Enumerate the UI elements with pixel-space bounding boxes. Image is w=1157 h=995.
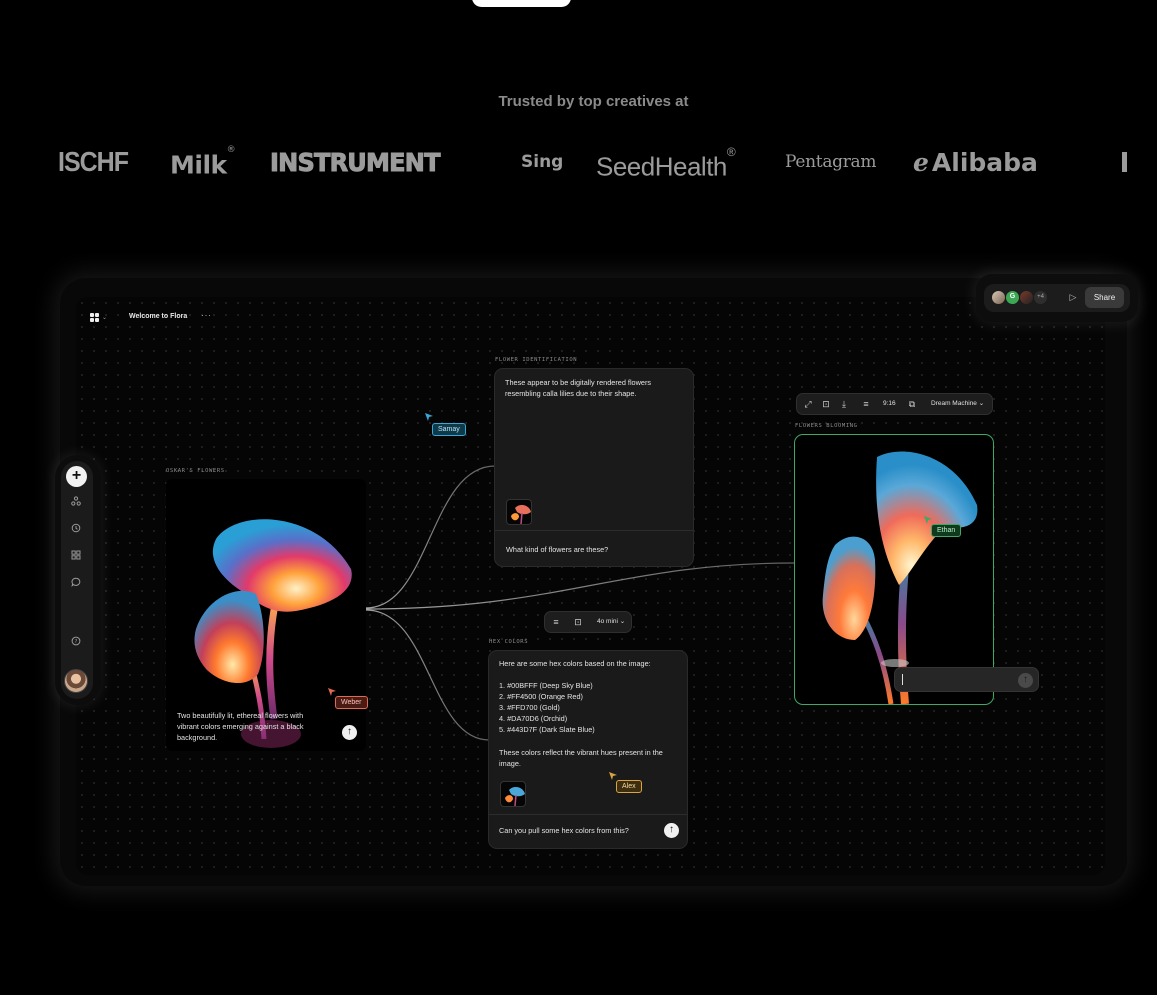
logo-instrument: INSTRUMENT	[270, 148, 441, 178]
cursor-tag-alex: Alex	[616, 780, 642, 793]
chevron-down-icon: ⌄	[102, 314, 108, 321]
download-icon[interactable]: ⤓	[837, 394, 851, 414]
flora-grid-icon	[90, 312, 99, 322]
logo-milk-mark: ®	[226, 145, 236, 155]
send-arrow-icon[interactable]: ↑	[342, 725, 357, 740]
cursor-tag-ethan: Ethan	[931, 524, 962, 537]
hex-color-1: 1. #00BFFF (Deep Sky Blue)	[499, 681, 593, 690]
history-icon[interactable]	[69, 523, 83, 537]
client-logo-strip: ISCHF Milk® INSTRUMENT Sing SeedHealth® …	[0, 140, 1157, 185]
identification-image-thumbnail[interactable]	[506, 499, 532, 525]
cursor-tag-samay: Samay	[432, 423, 466, 436]
comment-icon[interactable]	[69, 577, 83, 591]
identification-response: These appear to be digitally rendered fl…	[505, 378, 652, 398]
collaborator-avatar[interactable]	[1019, 290, 1034, 305]
logo-pentagram: Pentagram	[785, 152, 877, 172]
video-model-selector[interactable]: Dream Machine ⌄	[931, 394, 984, 414]
chevron-down-icon: ⌄	[976, 400, 985, 407]
model-selector[interactable]: 4o mini ⌄	[597, 612, 625, 632]
help-icon[interactable]: ?	[69, 636, 83, 650]
logo-seedhealth-text: SeedHealth	[596, 151, 727, 182]
top-cta-pill[interactable]	[472, 0, 571, 7]
apps-icon[interactable]	[69, 550, 83, 564]
logo-milk: Milk®	[170, 140, 236, 185]
hex-color-2: 2. #FF4500 (Orange Red)	[499, 692, 583, 701]
blooming-flower-art	[822, 451, 978, 704]
hex-color-3: 3. #FFD700 (Gold)	[499, 703, 560, 712]
user-avatar[interactable]	[64, 669, 88, 693]
app-menu-button[interactable]: ⌄	[90, 309, 107, 325]
more-options-icon[interactable]: ···	[201, 310, 212, 320]
play-icon[interactable]: ▷	[1066, 290, 1080, 304]
logo-sing: Sing	[521, 152, 564, 172]
svg-text:?: ?	[75, 639, 78, 645]
model-name: 4o mini	[597, 618, 618, 625]
text-format-icon[interactable]: ≡	[549, 612, 563, 632]
logo-alibaba: e Alibaba	[913, 140, 1038, 185]
aspect-ratio[interactable]: 9:16	[883, 394, 896, 414]
more-collaborators-count[interactable]: +4	[1033, 290, 1048, 305]
identification-prompt[interactable]: What kind of flowers are these?	[506, 544, 686, 555]
flowers-blooming-video[interactable]	[794, 434, 994, 705]
send-arrow-icon[interactable]: ↑	[664, 823, 679, 838]
node-label-oskars-flowers: OSKAR'S FLOWERS	[166, 468, 225, 474]
share-button[interactable]: Share	[1085, 287, 1124, 308]
collaborator-avatar-g[interactable]: G	[1005, 290, 1020, 305]
add-node-button[interactable]: +	[66, 466, 87, 487]
card-divider	[489, 814, 687, 815]
trusted-heading: Trusted by top creatives at	[498, 93, 689, 110]
node-label-hex-colors: HEX COLORS	[489, 639, 529, 645]
cursor-tag-weber: Weber	[335, 696, 368, 709]
collaborator-avatar[interactable]	[991, 290, 1006, 305]
bookmark-icon[interactable]: ⊡	[819, 394, 833, 414]
hex-image-thumbnail[interactable]	[500, 781, 526, 807]
hex-outro: These colors reflect the vibrant hues pr…	[499, 748, 663, 768]
cursor-arrow-icon	[425, 413, 433, 421]
text-caret	[902, 674, 903, 685]
bookmark-icon[interactable]: ⊡	[571, 612, 585, 632]
card-divider	[495, 530, 693, 531]
hex-prompt[interactable]: Can you pull some hex colors from this?	[499, 825, 659, 836]
logo-seedhealth-mark: ®	[726, 145, 736, 159]
text-format-icon[interactable]: ≡	[859, 394, 873, 414]
model-toolbar: ≡ ⊡ 4o mini ⌄	[544, 611, 632, 633]
video-toolbar: ⤢ ⊡ ⤓ ≡ 9:16 ⧉ Dream Machine ⌄	[796, 393, 993, 415]
hex-color-4: 4. #DA70D6 (Orchid)	[499, 714, 568, 723]
expand-icon[interactable]: ⤢	[801, 394, 815, 414]
send-arrow-icon[interactable]: ↑	[1018, 673, 1033, 688]
logo-partial	[1122, 152, 1127, 172]
logo-alibaba-mark: e	[913, 148, 929, 177]
logo-milk-text: Milk	[170, 150, 227, 180]
chevron-down-icon: ⌄	[617, 618, 626, 625]
project-title[interactable]: Welcome to Flora	[129, 313, 187, 320]
node-label-flower-identification: FLOWER IDENTIFICATION	[495, 357, 578, 363]
logo-alibaba-text: Alibaba	[931, 148, 1038, 177]
logo-seedhealth: SeedHealth®	[596, 140, 736, 185]
video-model-name: Dream Machine	[931, 400, 977, 407]
hex-color-5: 5. #443D7F (Dark Slate Blue)	[499, 725, 595, 734]
hex-intro: Here are some hex colors based on the im…	[499, 659, 651, 668]
duplicate-icon[interactable]: ⧉	[905, 394, 919, 414]
logo-ischf: ISCHF	[58, 146, 129, 178]
nodes-icon[interactable]	[69, 496, 83, 510]
oskars-flowers-caption: Two beautifully lit, ethereal flowers wi…	[177, 711, 304, 742]
node-label-flowers-blooming: FLOWERS BLOOMING	[795, 423, 858, 429]
